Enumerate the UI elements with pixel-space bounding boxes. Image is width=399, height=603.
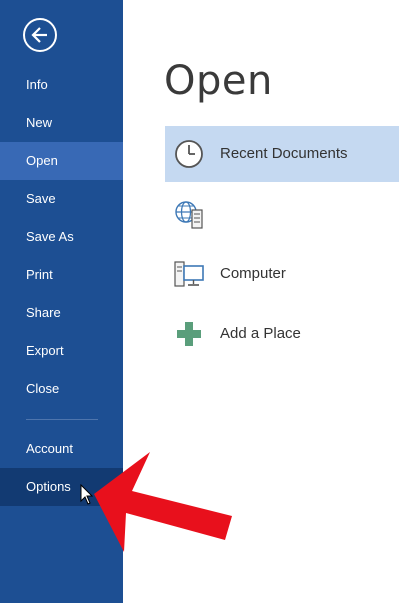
red-arrow-annotation [94,452,232,552]
mouse-cursor-icon [80,484,94,505]
